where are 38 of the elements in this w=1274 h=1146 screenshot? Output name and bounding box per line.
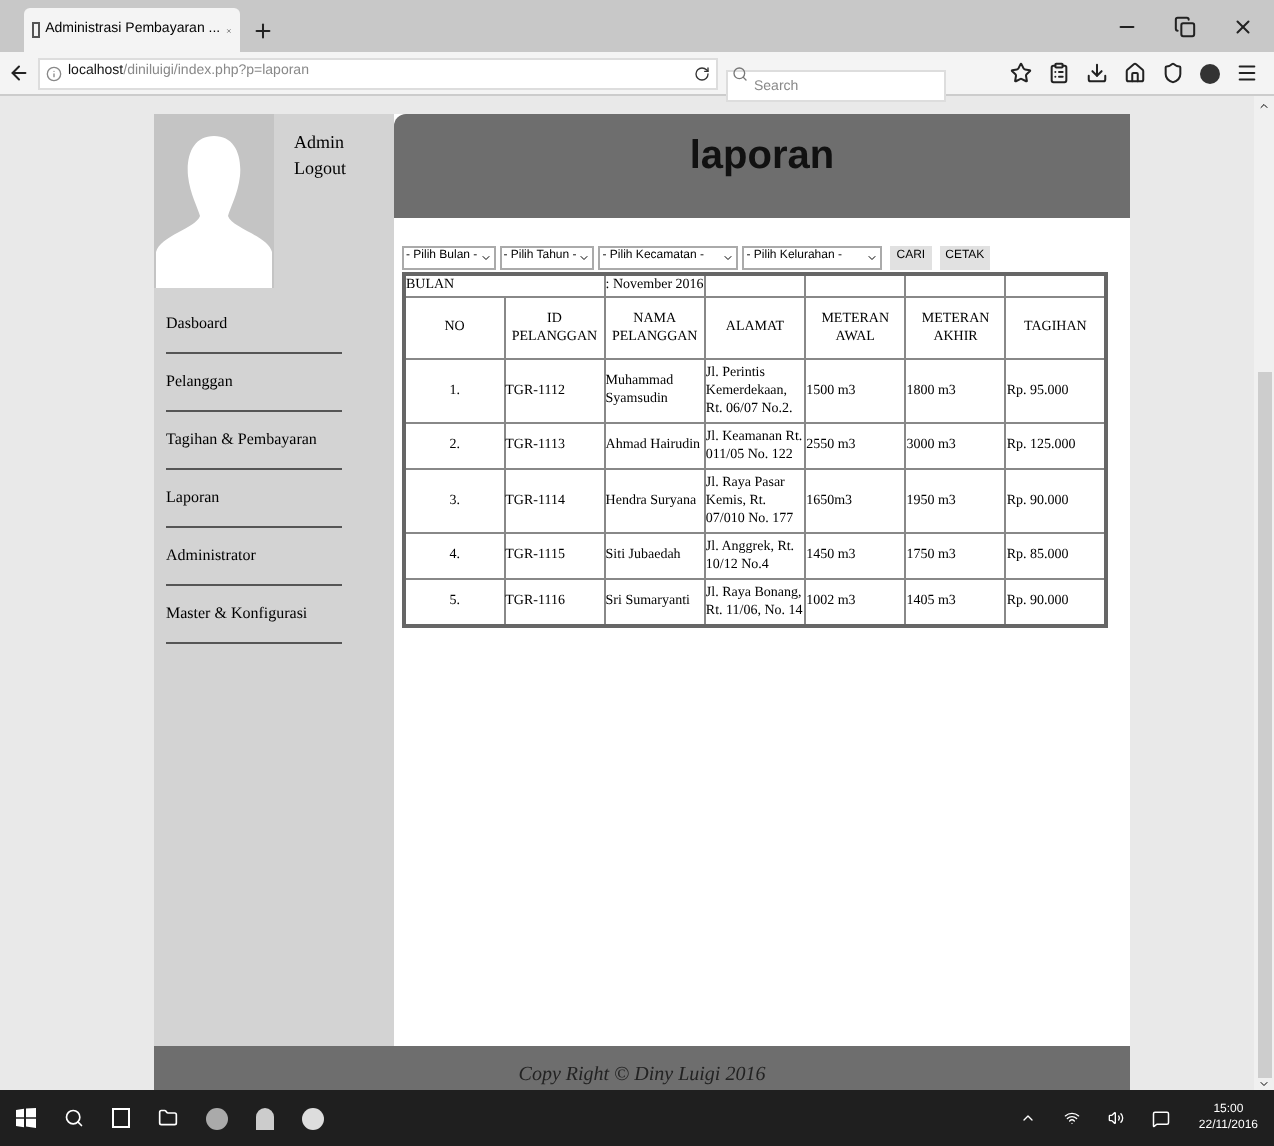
shield-icon[interactable] [1162, 62, 1184, 84]
caret-icon [722, 251, 735, 263]
volume-icon[interactable] [1108, 1110, 1125, 1126]
network-icon[interactable] [1064, 1110, 1081, 1126]
windows-icon[interactable] [16, 1108, 36, 1128]
restore-icon[interactable] [1174, 15, 1196, 37]
copyright-text: Copy Right © Diny Luigi 2016 [518, 1062, 766, 1090]
info-icon [46, 65, 62, 81]
home-icon[interactable] [1124, 62, 1146, 84]
menu-icon[interactable] [1236, 62, 1258, 84]
page-icon [32, 22, 40, 38]
reload-icon[interactable] [694, 65, 710, 81]
new-tab-icon[interactable] [252, 19, 274, 41]
caret-icon [866, 251, 879, 263]
scroll-up-icon[interactable] [1258, 100, 1270, 112]
task-view-icon[interactable] [112, 1108, 130, 1128]
user-name: Admin [294, 130, 346, 156]
caret-icon [479, 251, 492, 263]
sidebar-item[interactable]: Laporan [166, 470, 342, 528]
logout-link[interactable]: Logout [294, 156, 346, 182]
clipboard-icon[interactable] [1048, 62, 1070, 84]
sidebar-item[interactable]: Master & Konfigurasi [166, 586, 342, 644]
back-icon[interactable] [8, 62, 30, 84]
page-title: laporan [689, 132, 835, 182]
sidebar-item[interactable]: Pelanggan [166, 354, 342, 412]
search-icon [732, 65, 748, 81]
scroll-down-icon[interactable] [1258, 1078, 1270, 1090]
folder-icon[interactable] [158, 1108, 178, 1128]
bookmark-icon[interactable] [1010, 62, 1032, 84]
scrollbar[interactable] [1254, 96, 1274, 1090]
notification-icon[interactable] [1152, 1109, 1171, 1127]
sidebar-item[interactable]: Administrator [166, 528, 342, 586]
close-icon[interactable] [1232, 15, 1254, 37]
caret-icon [578, 251, 591, 263]
download-icon[interactable] [1086, 62, 1108, 84]
sidebar-item[interactable]: Tagihan & Pembayaran [166, 412, 342, 470]
search-icon[interactable] [64, 1108, 84, 1128]
sidebar-item[interactable]: Dasboard [166, 296, 342, 354]
